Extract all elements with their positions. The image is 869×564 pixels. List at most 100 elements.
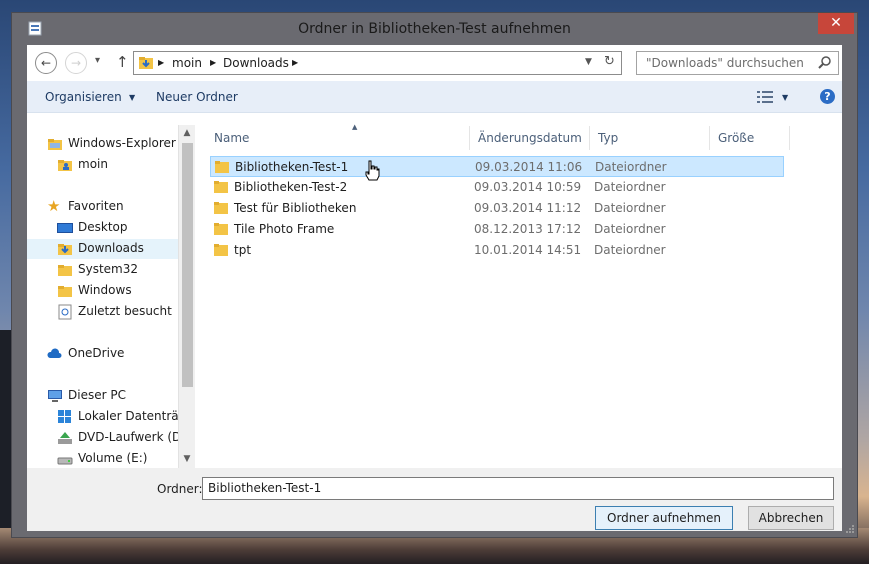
file-row-bibliotheken-test-1[interactable]: Bibliotheken-Test-1 09.03.2014 11:06 Dat… [210, 156, 784, 177]
column-header-type[interactable]: Typ [590, 126, 710, 150]
sidebar-item-label: Zuletzt besucht [78, 304, 172, 318]
organize-dropdown-icon[interactable]: ▼ [129, 93, 135, 102]
title-bar[interactable]: Ordner in Bibliotheken-Test aufnehmen ✕ [12, 13, 857, 45]
sidebar-item-downloads[interactable]: Downloads [27, 239, 178, 259]
column-header-label: Änderungsdatum [478, 131, 582, 145]
organize-button[interactable]: Organisieren [45, 90, 122, 104]
desktop-icon [57, 223, 73, 233]
file-type: Dateiordner [594, 243, 666, 257]
file-row-tpt[interactable]: tpt 10.01.2014 14:51 Dateiordner [210, 240, 784, 261]
sidebar-item-desktop[interactable]: Desktop [57, 218, 185, 238]
help-icon[interactable]: ? [820, 89, 835, 104]
scroll-down-icon[interactable]: ▼ [179, 451, 195, 467]
folder-icon [214, 244, 228, 256]
file-name: Test für Bibliotheken [234, 201, 357, 215]
sidebar-item-dvd-drive[interactable]: DVD-Laufwerk (D [57, 428, 185, 448]
command-bar: Organisieren ▼ Neuer Ordner ▼ ? [27, 81, 842, 113]
close-button[interactable]: ✕ [818, 13, 854, 34]
sidebar-item-label: Desktop [78, 220, 128, 234]
column-header-label: Größe [718, 131, 755, 145]
recent-icon [58, 304, 72, 320]
scroll-up-icon[interactable]: ▲ [179, 125, 195, 141]
file-type: Dateiordner [594, 201, 666, 215]
arrow-right-icon: → [70, 56, 82, 70]
sidebar-item-system32[interactable]: System32 [57, 260, 185, 280]
column-header-label: Typ [598, 131, 619, 145]
sidebar-item-windows[interactable]: Windows [57, 281, 185, 301]
column-header-label: Name [214, 131, 250, 145]
sidebar-item-label: Dieser PC [68, 388, 126, 402]
recent-locations-dropdown[interactable]: ▾ [95, 55, 100, 66]
dialog-footer: Ordner: Bibliotheken-Test-1 Ordner aufne… [27, 468, 842, 531]
sidebar-item-recent[interactable]: Zuletzt besucht [57, 302, 185, 322]
address-bar[interactable]: ▶ moin ▶ Downloads ▶ ▼ ↻ [133, 51, 622, 75]
sidebar-item-label: System32 [78, 262, 139, 276]
folder-name-value: Bibliotheken-Test-1 [208, 481, 322, 495]
sidebar-item-onedrive[interactable]: OneDrive [47, 344, 185, 364]
folder-icon [58, 286, 72, 297]
navigation-pane: Windows-Explorer moin ★ Favoriten Deskto… [27, 113, 185, 468]
navigation-bar: ← → ▾ ↑ ▶ moin ▶ Downloads ▶ ▼ ↻ "Downlo… [27, 45, 842, 81]
file-type: Dateiordner [595, 160, 667, 174]
sidebar-item-label: DVD-Laufwerk (D [78, 430, 182, 444]
search-input[interactable]: "Downloads" durchsuchen [636, 51, 839, 75]
address-dropdown-icon[interactable]: ▼ [585, 57, 592, 67]
sidebar-item-label: Favoriten [68, 199, 124, 213]
file-type: Dateiordner [594, 222, 666, 236]
cancel-button[interactable]: Abbrechen [748, 506, 834, 530]
downloads-folder-icon [139, 57, 153, 69]
resize-grip-icon[interactable] [844, 523, 854, 533]
folder-icon [214, 181, 228, 193]
arrow-left-icon: ← [40, 56, 52, 70]
sidebar-item-windows-explorer[interactable]: Windows-Explorer [47, 134, 185, 154]
back-button[interactable]: ← [35, 52, 57, 74]
sidebar-item-local-drive[interactable]: Lokaler Datenträger [57, 407, 185, 427]
sidebar-item-volume-e[interactable]: Volume (E:) [57, 449, 185, 468]
folder-label: Ordner: [157, 482, 203, 496]
up-button[interactable]: ↑ [116, 53, 129, 71]
breadcrumb-separator-icon[interactable]: ▶ [158, 58, 164, 67]
sidebar-item-favorites[interactable]: ★ Favoriten [47, 197, 185, 217]
file-name: tpt [234, 243, 252, 257]
add-folder-button[interactable]: Ordner aufnehmen [595, 506, 733, 530]
breadcrumb-moin[interactable]: moin [172, 56, 202, 70]
window-title: Ordner in Bibliotheken-Test aufnehmen [298, 21, 571, 37]
computer-icon [48, 390, 62, 402]
sidebar-item-label: Windows [78, 283, 132, 297]
file-date: 09.03.2014 10:59 [474, 180, 582, 194]
sidebar-item-this-pc[interactable]: Dieser PC [47, 386, 185, 406]
column-header-name[interactable]: Name [206, 126, 470, 150]
file-name: Tile Photo Frame [234, 222, 335, 236]
file-name: Bibliotheken-Test-1 [235, 160, 349, 174]
sidebar-item-label: OneDrive [68, 346, 125, 360]
folder-icon [214, 223, 228, 235]
folder-icon [215, 161, 229, 173]
dialog-window: Ordner in Bibliotheken-Test aufnehmen ✕ … [11, 12, 858, 538]
breadcrumb-downloads[interactable]: Downloads [223, 56, 289, 70]
file-row-bibliotheken-test-2[interactable]: Bibliotheken-Test-2 09.03.2014 10:59 Dat… [210, 177, 784, 198]
search-icon[interactable] [817, 55, 833, 71]
file-row-test-fuer-bibliotheken[interactable]: Test für Bibliotheken 09.03.2014 11:12 D… [210, 198, 784, 219]
dvd-icon [58, 432, 72, 444]
view-options-icon[interactable] [757, 91, 773, 103]
folder-name-input[interactable]: Bibliotheken-Test-1 [202, 477, 834, 500]
column-header-size[interactable]: Größe [710, 126, 790, 150]
forward-button[interactable]: → [65, 52, 87, 74]
folder-icon [214, 202, 228, 214]
sidebar-item-label: Downloads [78, 241, 144, 255]
file-date: 08.12.2013 17:12 [474, 222, 582, 236]
file-row-tile-photo-frame[interactable]: Tile Photo Frame 08.12.2013 17:12 Dateio… [210, 219, 784, 240]
scroll-thumb[interactable] [182, 143, 193, 387]
sidebar-item-moin[interactable]: moin [57, 155, 185, 175]
folder-icon [48, 139, 62, 150]
view-dropdown-icon[interactable]: ▼ [782, 93, 788, 102]
breadcrumb-separator-icon[interactable]: ▶ [292, 58, 298, 67]
sidebar-item-label: Lokaler Datenträger [78, 409, 185, 423]
refresh-icon[interactable]: ↻ [604, 54, 615, 69]
column-header-date[interactable]: Änderungsdatum [470, 126, 590, 150]
file-list: ▲ Name Änderungsdatum Typ Größe Biblioth… [196, 113, 842, 468]
new-folder-button[interactable]: Neuer Ordner [156, 90, 238, 104]
breadcrumb-separator-icon[interactable]: ▶ [210, 58, 216, 67]
star-icon: ★ [47, 197, 61, 215]
navigation-scrollbar[interactable]: ▲ ▼ [178, 125, 195, 468]
